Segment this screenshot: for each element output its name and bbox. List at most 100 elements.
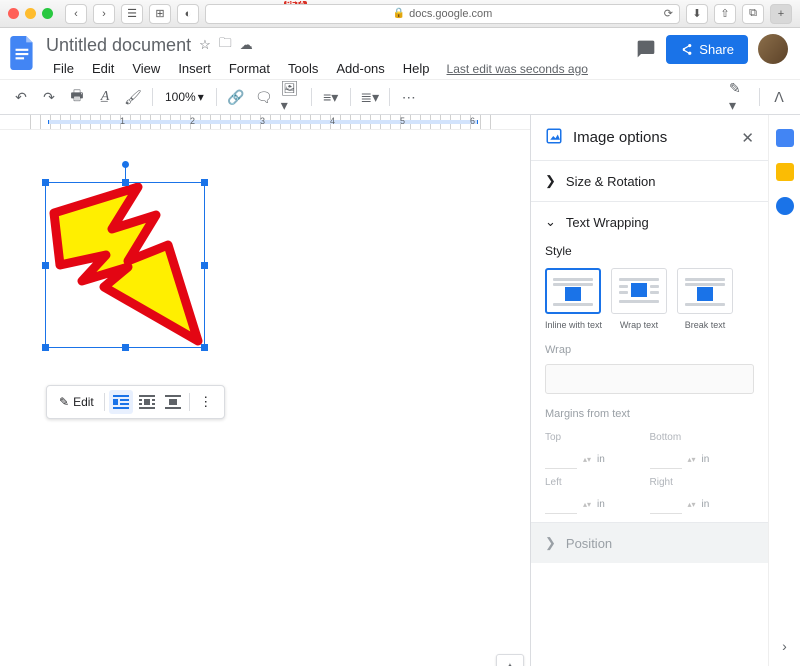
chevron-right-icon: ❯ xyxy=(545,535,556,551)
calendar-icon[interactable] xyxy=(776,129,794,147)
close-panel-button[interactable]: ✕ xyxy=(741,129,754,147)
address-bar[interactable]: 🔒 docs.google.com ⟳ xyxy=(205,4,680,24)
style-inline-card[interactable]: Inline with text xyxy=(545,268,601,330)
menu-help[interactable]: Help xyxy=(396,58,437,79)
wrap-label-heading: Wrap xyxy=(545,344,754,356)
toolbar: ↶ ↷ 🖶 A̲ 🖌 100% ▾ 🔗 🗨 🖼▾ ≡▾ ≣▾ ⋯ ✎ ▾ ᐱ xyxy=(0,79,800,115)
break-text-button[interactable] xyxy=(161,390,185,414)
paint-format-button[interactable]: 🖌 xyxy=(122,85,144,109)
more-options-button[interactable]: ⋮ xyxy=(194,390,218,414)
wrap-text-button[interactable] xyxy=(135,390,159,414)
tasks-icon[interactable] xyxy=(776,197,794,215)
explore-button[interactable]: ✦ xyxy=(496,654,524,666)
spellcheck-button[interactable]: A̲ xyxy=(94,85,116,109)
link-button[interactable]: 🔗 xyxy=(225,85,247,109)
resize-handle-t[interactable] xyxy=(122,179,129,186)
forward-button[interactable]: › xyxy=(93,4,115,24)
more-button[interactable]: ⋯ xyxy=(398,85,420,109)
url-text: docs.google.com xyxy=(409,8,492,20)
docs-logo-icon[interactable] xyxy=(8,34,38,72)
keep-icon[interactable] xyxy=(776,163,794,181)
selected-image[interactable] xyxy=(45,182,205,348)
position-label: Position xyxy=(566,536,612,551)
google-docs-app: Untitled document ☆ 🗀 ☁ File Edit View I… xyxy=(0,28,800,666)
chevron-right-icon: ❯ xyxy=(545,173,556,189)
document-canvas[interactable]: 1 2 3 4 5 6 xyxy=(0,115,530,666)
image-context-toolbar: ✎ Edit ⋮ xyxy=(46,385,225,419)
stepper-icon: ▴▾ xyxy=(583,455,591,464)
stepper-icon: ▴▾ xyxy=(688,500,696,509)
edit-label: Edit xyxy=(73,395,94,409)
margin-top-label: Top xyxy=(545,432,650,443)
new-tab-button[interactable]: + xyxy=(770,4,792,24)
stepper-icon: ▴▾ xyxy=(583,500,591,509)
size-rotation-label: Size & Rotation xyxy=(566,174,656,189)
share-button[interactable]: Share xyxy=(666,35,748,64)
menu-addons[interactable]: Add-ons xyxy=(329,58,391,79)
menu-view[interactable]: View xyxy=(125,58,167,79)
account-avatar[interactable] xyxy=(758,34,788,64)
comments-icon[interactable] xyxy=(636,39,656,59)
edit-image-button[interactable]: ✎ Edit xyxy=(53,391,100,413)
text-wrapping-section: ⌄ Text Wrapping xyxy=(531,201,768,230)
resize-handle-l[interactable] xyxy=(42,262,49,269)
redo-button[interactable]: ↷ xyxy=(38,85,60,109)
image-icon xyxy=(545,127,563,148)
comment-button[interactable]: 🗨 xyxy=(253,85,275,109)
sidebar-button[interactable]: ☰ xyxy=(121,4,143,24)
minimize-window-icon[interactable] xyxy=(25,8,36,19)
margin-right-input[interactable] xyxy=(650,494,682,514)
downloads-button[interactable]: ⬇ xyxy=(686,4,708,24)
fullscreen-window-icon[interactable] xyxy=(42,8,53,19)
editing-mode-button[interactable]: ✎ ▾ xyxy=(729,85,751,109)
resize-handle-br[interactable] xyxy=(201,344,208,351)
move-icon[interactable]: 🗀 xyxy=(219,34,232,56)
undo-button[interactable]: ↶ xyxy=(10,85,32,109)
resize-handle-tl[interactable] xyxy=(42,179,49,186)
align-button[interactable]: ≡▾ xyxy=(320,85,342,109)
print-button[interactable]: 🖶 xyxy=(66,85,88,109)
show-side-panel-button[interactable]: › xyxy=(782,638,787,654)
close-window-icon[interactable] xyxy=(8,8,19,19)
resize-handle-r[interactable] xyxy=(201,262,208,269)
cloud-status-icon[interactable]: ☁ xyxy=(240,37,253,53)
menu-tools[interactable]: Tools xyxy=(281,58,325,79)
share-button[interactable]: ⇧ xyxy=(714,4,736,24)
menu-format[interactable]: Format xyxy=(222,58,277,79)
menu-file[interactable]: File xyxy=(46,58,81,79)
last-edit-text[interactable]: Last edit was seconds ago xyxy=(447,62,588,76)
zoom-dropdown[interactable]: 100% ▾ xyxy=(161,88,208,106)
resize-handle-tr[interactable] xyxy=(201,179,208,186)
safari-tab-button[interactable]: ⊞ xyxy=(149,4,171,24)
document-title[interactable]: Untitled document xyxy=(46,35,191,56)
wrap-dropdown[interactable] xyxy=(545,364,754,394)
privacy-report-button[interactable]: ◐ xyxy=(177,4,199,24)
lightning-bolt-image xyxy=(46,183,206,349)
rotate-handle[interactable] xyxy=(122,161,129,168)
back-button[interactable]: ‹ xyxy=(65,4,87,24)
margin-top-input[interactable] xyxy=(545,449,577,469)
break-label: Break text xyxy=(677,320,733,330)
position-section[interactable]: ❯ Position xyxy=(531,522,768,563)
resize-handle-b[interactable] xyxy=(122,344,129,351)
margin-bottom-input[interactable] xyxy=(650,449,682,469)
margin-bottom-label: Bottom xyxy=(650,432,755,443)
collapse-toolbar-button[interactable]: ᐱ xyxy=(768,85,790,109)
resize-handle-bl[interactable] xyxy=(42,344,49,351)
menu-insert[interactable]: Insert xyxy=(171,58,218,79)
margin-left-input[interactable] xyxy=(545,494,577,514)
text-wrapping-toggle[interactable]: ⌄ Text Wrapping xyxy=(545,214,754,230)
style-wrap-card[interactable]: Wrap text xyxy=(611,268,667,330)
image-button[interactable]: 🖼▾ xyxy=(281,85,303,109)
page[interactable]: ✎ Edit ⋮ ✦ xyxy=(0,130,530,666)
tabs-button[interactable]: ⧉ xyxy=(742,4,764,24)
size-rotation-section[interactable]: ❯ Size & Rotation xyxy=(531,160,768,201)
style-break-card[interactable]: Break text xyxy=(677,268,733,330)
text-wrapping-body: Style Inline with text xyxy=(531,230,768,522)
star-icon[interactable]: ☆ xyxy=(199,37,211,53)
menu-edit[interactable]: Edit xyxy=(85,58,121,79)
inline-wrap-button[interactable] xyxy=(109,390,133,414)
line-spacing-button[interactable]: ≣▾ xyxy=(359,85,381,109)
horizontal-ruler[interactable]: 1 2 3 4 5 6 xyxy=(0,115,530,130)
image-options-panel: Image options ✕ ❯ Size & Rotation ⌄ Text… xyxy=(530,115,768,666)
